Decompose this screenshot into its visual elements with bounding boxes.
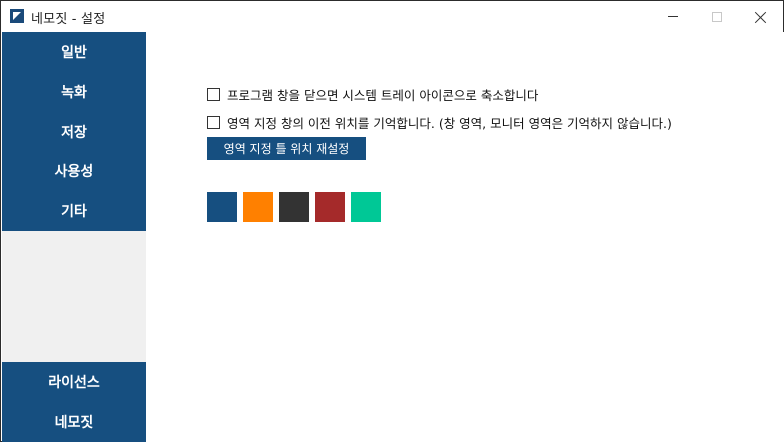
color-swatch-teal[interactable] [351,192,381,222]
color-swatch-orange[interactable] [243,192,273,222]
color-swatch-navy[interactable] [207,192,237,222]
settings-panel: 프로그램 창을 닫으면 시스템 트레이 아이콘으로 축소합니다 영역 지정 창의… [146,32,784,442]
color-swatch-dark-gray[interactable] [279,192,309,222]
remember-position-label: 영역 지정 창의 이전 위치를 기억합니다. (창 영역, 모니터 영역은 기억… [227,116,672,131]
minimize-to-tray-option[interactable]: 프로그램 창을 닫으면 시스템 트레이 아이콘으로 축소합니다 [207,85,538,104]
minimize-button[interactable] [651,1,695,32]
settings-window: 네모짓 - 설정 일반 녹화 저장 사용성 기타 라이선스 네모짓 프로그램 창… [0,0,784,442]
close-icon [755,11,767,23]
sidebar-item-general[interactable]: 일반 [2,32,146,72]
maximize-icon [712,11,722,22]
sidebar-item-other[interactable]: 기타 [2,191,146,231]
sidebar-item-license[interactable]: 라이선스 [2,362,146,402]
minimize-to-tray-label: 프로그램 창을 닫으면 시스템 트레이 아이콘으로 축소합니다 [227,88,539,103]
sidebar-item-usability[interactable]: 사용성 [2,151,146,191]
title-bar[interactable]: 네모짓 - 설정 [1,1,783,32]
remember-position-option[interactable]: 영역 지정 창의 이전 위치를 기억합니다. (창 영역, 모니터 영역은 기억… [207,113,672,132]
remember-position-checkbox[interactable] [207,116,220,129]
minimize-to-tray-checkbox[interactable] [207,88,220,101]
sidebar-item-save[interactable]: 저장 [2,112,146,152]
sidebar-item-about[interactable]: 네모짓 [2,402,146,442]
close-button[interactable] [739,1,783,32]
app-icon [10,9,24,23]
window-title: 네모짓 - 설정 [31,12,106,27]
reset-frame-position-button[interactable]: 영역 지정 틀 위치 재설정 [207,137,366,160]
sidebar-top-menu: 일반 녹화 저장 사용성 기타 [2,32,146,231]
sidebar-bottom-menu: 라이선스 네모짓 [2,362,146,442]
maximize-button[interactable] [695,1,739,32]
color-swatch-red[interactable] [315,192,345,222]
sidebar-item-recording[interactable]: 녹화 [2,72,146,112]
minimize-icon [668,16,678,17]
sidebar: 일반 녹화 저장 사용성 기타 라이선스 네모짓 [2,32,146,442]
